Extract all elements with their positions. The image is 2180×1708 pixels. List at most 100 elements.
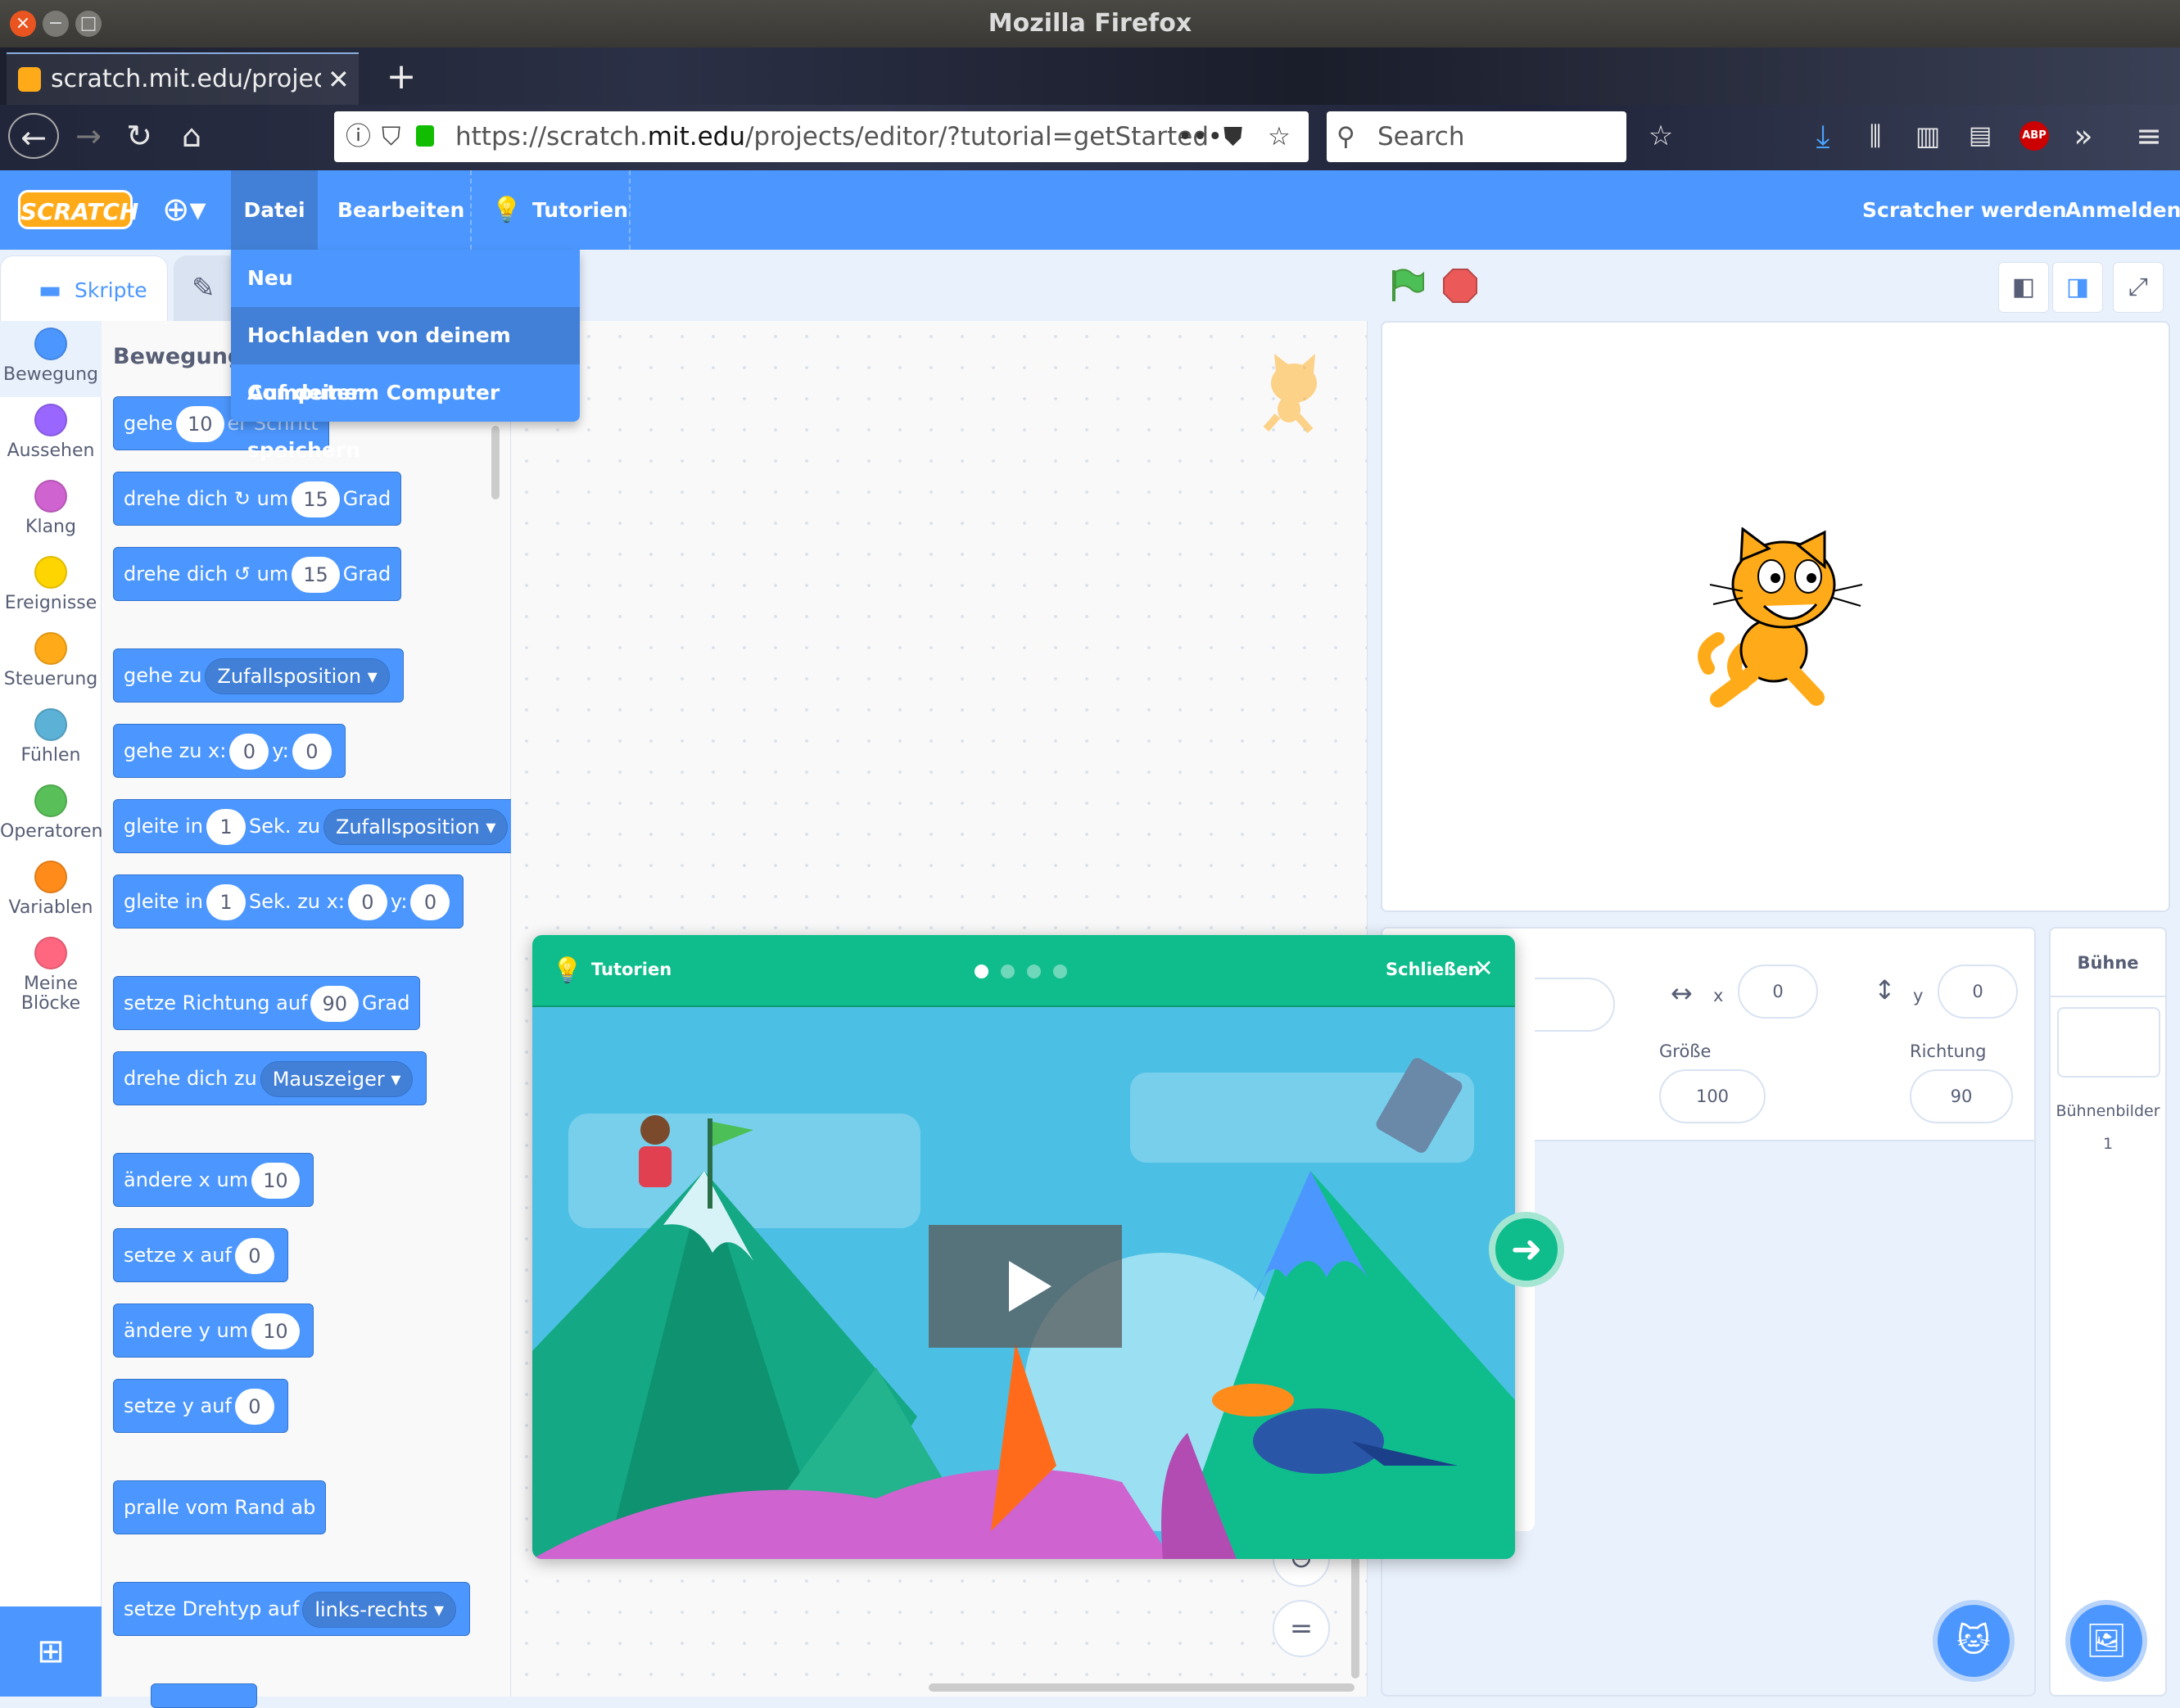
workspace-horizontal-scrollbar[interactable]: [929, 1683, 1355, 1692]
block-point-towards[interactable]: drehe dich zu Mauszeiger ▾: [113, 1051, 427, 1105]
stage-canvas[interactable]: [1381, 321, 2170, 912]
x-input[interactable]: 0: [1738, 965, 1818, 1019]
menu-item-upload[interactable]: Hochladen von deinem Computer: [231, 307, 580, 404]
block-input[interactable]: 0: [292, 734, 332, 770]
window-maximize-button[interactable]: □: [75, 11, 102, 37]
tutorial-step-dot[interactable]: [975, 965, 988, 978]
block-turn-left[interactable]: drehe dich ↺ um 15 Grad: [113, 547, 402, 601]
pocket-icon[interactable]: ⛊: [1223, 111, 1242, 162]
block-input[interactable]: 90: [310, 986, 360, 1022]
home-icon[interactable]: ⌂: [169, 113, 215, 159]
block-input[interactable]: 15: [292, 481, 340, 517]
new-tab-button[interactable]: +: [377, 52, 426, 102]
tutorial-close-label[interactable]: Schließen: [1386, 960, 1480, 979]
block-input[interactable]: 0: [234, 1238, 274, 1274]
url-bar[interactable]: ⓘ ⛉ https://scratch.mit.edu/projects/edi…: [334, 111, 1309, 162]
category-steuerung[interactable]: Steuerung: [0, 632, 102, 689]
block-input[interactable]: 0: [234, 1389, 274, 1425]
block-rotation-style[interactable]: setze Drehtyp auf links-rechts ▾: [113, 1582, 471, 1636]
category-variablen[interactable]: Variablen: [0, 861, 102, 918]
tracking-shield-icon[interactable]: ⛉: [382, 111, 400, 162]
y-input[interactable]: 0: [1938, 965, 2018, 1019]
direction-input[interactable]: 90: [1910, 1069, 2013, 1123]
block-dropdown[interactable]: Mauszeiger ▾: [260, 1061, 414, 1097]
menu-item-save[interactable]: Auf deinem Computer speichern: [231, 364, 580, 462]
category-klang[interactable]: Klang: [0, 480, 102, 537]
join-scratch-link[interactable]: Scratcher werden: [1862, 170, 2067, 250]
category-ereignisse[interactable]: Ereignisse: [0, 556, 102, 613]
block-input[interactable]: 0: [347, 884, 387, 920]
small-stage-icon[interactable]: ◧: [1998, 262, 2049, 313]
menu-item-new[interactable]: Neu: [231, 250, 580, 307]
info-icon[interactable]: ⓘ: [346, 111, 371, 162]
block-dropdown[interactable]: links-rechts ▾: [302, 1592, 457, 1628]
block-goto[interactable]: gehe zu Zufallsposition ▾: [113, 648, 404, 703]
reload-icon[interactable]: ↻: [116, 113, 162, 159]
search-field[interactable]: ⚲ Search: [1327, 111, 1626, 162]
video-play-button[interactable]: [929, 1225, 1122, 1348]
forward-arrow-icon[interactable]: →: [66, 113, 111, 159]
block-dropdown[interactable]: Zufallsposition ▾: [205, 658, 390, 694]
category-bewegung[interactable]: Bewegung: [0, 328, 102, 385]
sidebar-icon[interactable]: ▥: [1905, 113, 1951, 159]
tutorial-next-arrow-icon[interactable]: ➜: [1489, 1212, 1564, 1287]
category-operatoren[interactable]: Operatoren: [0, 784, 102, 842]
overflow-chevron-icon[interactable]: »: [2060, 113, 2106, 159]
bookmark-star-icon[interactable]: ☆: [1268, 111, 1291, 162]
scratch-logo[interactable]: SCRATCH: [18, 190, 138, 229]
block-set-y[interactable]: setze y auf 0: [113, 1379, 288, 1433]
add-backdrop-icon[interactable]: 🖼: [2065, 1600, 2147, 1682]
tab-close-icon[interactable]: ✕: [328, 54, 350, 105]
category-meine-blöcke[interactable]: Meine Blöcke: [0, 937, 102, 1014]
fullscreen-icon[interactable]: ⤢: [2113, 262, 2164, 313]
tutorial-step-dot[interactable]: [1053, 965, 1067, 978]
category-aussehen[interactable]: Aussehen: [0, 404, 102, 461]
block-glide-to[interactable]: gleite in 1 Sek. zu Zufallsposition ▾: [113, 799, 522, 853]
block-input[interactable]: 10: [175, 406, 224, 442]
block-bounce[interactable]: pralle vom Rand ab: [113, 1480, 327, 1534]
menu-tutorials[interactable]: 💡 Tutorien: [470, 170, 631, 250]
block-change-x[interactable]: ändere x um 10: [113, 1153, 314, 1207]
url-text[interactable]: https://scratch.mit.edu/projects/editor/…: [455, 111, 1209, 162]
extension-printer-icon[interactable]: ▤: [1957, 113, 2003, 159]
category-fühlen[interactable]: Fühlen: [0, 708, 102, 766]
adblock-icon[interactable]: ABP: [2019, 121, 2049, 151]
tutorial-close-icon[interactable]: ✕: [1474, 955, 1493, 982]
block-input[interactable]: 1: [206, 809, 246, 845]
block-goto-xy[interactable]: gehe zu x: 0 y: 0: [113, 724, 346, 778]
block-input[interactable]: 15: [292, 557, 340, 593]
stage-thumbnail[interactable]: [2057, 1007, 2160, 1078]
stop-sign-icon[interactable]: [1443, 269, 1477, 303]
zoom-reset-button[interactable]: =: [1273, 1600, 1330, 1657]
block-input[interactable]: 0: [410, 884, 450, 920]
sign-in-link[interactable]: Anmelden: [2065, 170, 2180, 250]
block-change-y[interactable]: ändere y um 10: [113, 1304, 314, 1358]
downloads-icon[interactable]: ⤓: [1800, 113, 1846, 159]
add-sprite-icon[interactable]: 🐱: [1933, 1600, 2015, 1682]
library-icon[interactable]: ⫼: [1852, 113, 1898, 159]
block-set-x[interactable]: setze x auf 0: [113, 1228, 288, 1282]
tutorial-step-dot[interactable]: [1027, 965, 1041, 978]
palette-scrollbar[interactable]: [491, 426, 500, 499]
block-input[interactable]: 10: [251, 1163, 300, 1199]
bookmark-manager-icon[interactable]: ☆: [1638, 113, 1684, 159]
hamburger-menu-icon[interactable]: ≡: [2126, 113, 2172, 159]
menu-edit[interactable]: Bearbeiten: [337, 170, 464, 250]
green-flag-icon[interactable]: [1389, 267, 1425, 303]
window-close-button[interactable]: ×: [10, 11, 36, 37]
cat-sprite[interactable]: [1694, 526, 1866, 707]
back-arrow-icon[interactable]: ←: [8, 113, 59, 159]
large-stage-icon[interactable]: ◨: [2052, 262, 2103, 313]
block-input[interactable]: 1: [206, 884, 246, 920]
add-extension-button[interactable]: ⊞: [0, 1606, 102, 1697]
tab-scripts[interactable]: ▬ Skripte: [0, 255, 168, 324]
stage-selector[interactable]: Bühne Bühnenbilder 1: [2049, 927, 2167, 1697]
browser-tab[interactable]: scratch.mit.edu/projects ✕: [7, 52, 359, 105]
block-dropdown[interactable]: Zufallsposition ▾: [323, 809, 509, 845]
page-actions-icon[interactable]: •••: [1178, 111, 1223, 162]
block-turn-right[interactable]: drehe dich ↻ um 15 Grad: [113, 472, 402, 526]
window-minimize-button[interactable]: −: [43, 11, 69, 37]
language-globe-icon[interactable]: ⊕▾: [162, 170, 206, 250]
block-partial[interactable]: [151, 1683, 257, 1708]
block-input[interactable]: 0: [229, 734, 269, 770]
